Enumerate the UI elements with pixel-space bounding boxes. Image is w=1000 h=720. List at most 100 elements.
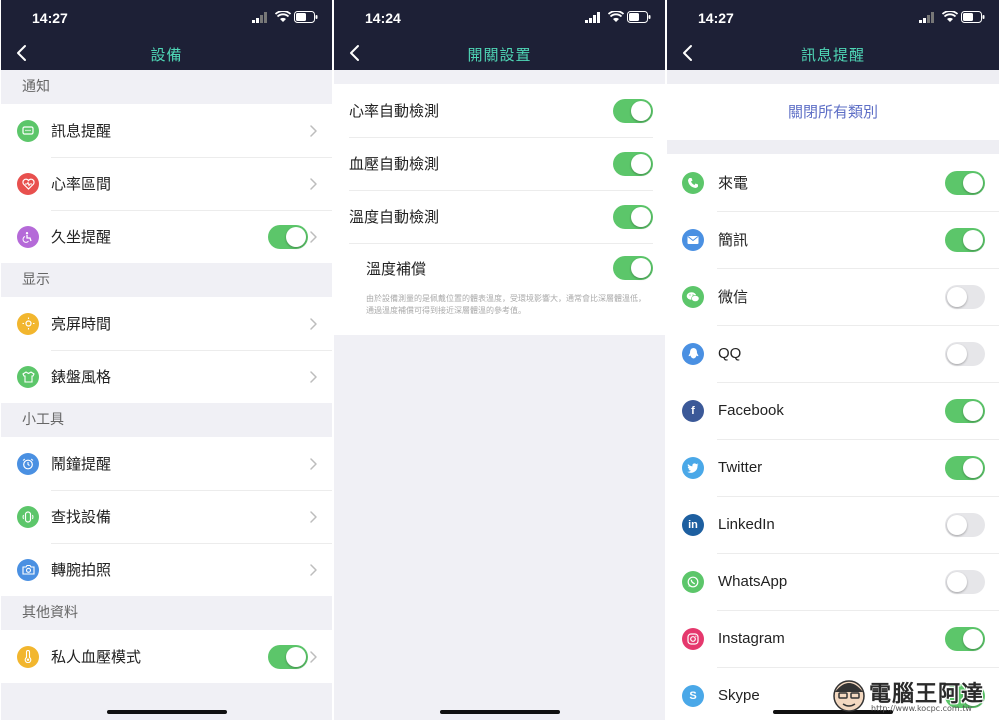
- home-indicator[interactable]: [439, 710, 560, 714]
- nav-bar: 訊息提醒: [667, 36, 999, 70]
- signal-icon: [252, 12, 267, 23]
- settings-row-label: 亮屏時間: [51, 315, 112, 333]
- signal-icon: [585, 12, 600, 23]
- settings-row[interactable]: 鬧鐘提醒: [1, 437, 332, 490]
- section-header: 显示: [1, 263, 332, 297]
- nav-bar: 開關設置: [334, 36, 665, 70]
- settings-toggle[interactable]: [268, 224, 308, 249]
- camera-icon: [17, 558, 39, 581]
- chevron-right-icon: [310, 650, 317, 663]
- spacer: [334, 70, 665, 84]
- settings-row-label: 久坐提醒: [51, 228, 112, 246]
- battery-icon: [294, 11, 318, 23]
- chevron-right-icon: [310, 510, 317, 523]
- qq-icon: [682, 342, 704, 365]
- app-notification-toggle[interactable]: [945, 455, 985, 480]
- status-bar: 14:27: [667, 0, 999, 36]
- app-label: 簡訊: [718, 232, 749, 249]
- settings-row[interactable]: 私人血壓模式: [1, 630, 332, 683]
- settings-row-label: 私人血壓模式: [51, 648, 142, 666]
- settings-row[interactable]: 轉腕拍照: [1, 543, 332, 596]
- wifi-icon: [608, 11, 624, 22]
- app-label: Instagram: [718, 630, 785, 647]
- switch-row-blood-pressure: 血壓自動檢測: [334, 137, 665, 190]
- temperature-compensation-toggle[interactable]: [613, 256, 653, 280]
- message-icon: [17, 119, 39, 142]
- settings-row-label: 鬧鐘提醒: [51, 455, 112, 473]
- chevron-right-icon: [310, 230, 317, 243]
- app-notification-toggle[interactable]: [945, 626, 985, 651]
- settings-row[interactable]: 心率區間: [1, 157, 332, 210]
- status-bar: 14:27: [1, 0, 332, 36]
- heart-rate-toggle[interactable]: [613, 98, 653, 123]
- page-title: 開關設置: [467, 46, 532, 64]
- chevron-right-icon: [310, 457, 317, 470]
- section-header: 其他資料: [1, 596, 332, 630]
- switch-row-temperature-compensation: 溫度補償: [334, 243, 665, 293]
- close-all-categories-button[interactable]: 關閉所有類別: [667, 84, 999, 140]
- whatsapp-icon: [682, 570, 704, 593]
- settings-row[interactable]: 訊息提醒: [1, 104, 332, 157]
- app-notification-toggle[interactable]: [945, 227, 985, 252]
- chevron-right-icon: [310, 563, 317, 576]
- switch-label: 溫度自動檢測: [349, 208, 440, 226]
- switch-row-heart-rate: 心率自動檢測: [334, 84, 665, 137]
- status-time: 14:27: [698, 10, 734, 26]
- thermometer-icon: [17, 645, 39, 668]
- settings-row-label: 轉腕拍照: [51, 561, 112, 579]
- switch-label: 溫度補償: [366, 259, 427, 278]
- settings-row[interactable]: 查找設備: [1, 490, 332, 543]
- linkedin-icon: in: [682, 513, 704, 536]
- app-notification-list: 來電 簡訊 微信 QQ f Facebook Twitter in LinkedIn WhatsA…: [667, 154, 999, 720]
- settings-toggle[interactable]: [268, 644, 308, 669]
- find-device-icon: [17, 505, 39, 528]
- switch-label: 血壓自動檢測: [349, 155, 440, 173]
- switch-row-temperature: 溫度自動檢測: [334, 190, 665, 243]
- watermark: 電腦王阿達 http://www.kocpc.com.tw: [823, 672, 993, 718]
- settings-row[interactable]: 錶盤風格: [1, 350, 332, 403]
- app-row: Instagram: [667, 610, 999, 667]
- sedentary-icon: [17, 225, 39, 248]
- home-indicator[interactable]: [106, 710, 227, 714]
- settings-row[interactable]: 亮屏時間: [1, 297, 332, 350]
- battery-icon: [627, 11, 651, 23]
- switch-settings-screen: 14:24 開關設置 心率自動檢測 血壓自動檢測 溫度自動檢測 溫度補償 由於設…: [334, 0, 665, 720]
- wifi-icon: [275, 11, 291, 22]
- app-row: in LinkedIn: [667, 496, 999, 553]
- app-notification-toggle[interactable]: [945, 284, 985, 309]
- nav-bar: 設備: [1, 36, 332, 70]
- chevron-right-icon: [310, 370, 317, 383]
- settings-list: 通知 訊息提醒 心率區間 久坐提醒 显示 亮屏時間 錶盤風格 小工具 鬧鐘提醒 查找設備 轉腕拍照其…: [1, 70, 332, 683]
- page-title: 訊息提醒: [800, 46, 865, 64]
- app-label: Facebook: [718, 402, 784, 419]
- watchface-icon: [17, 365, 39, 388]
- app-notification-toggle[interactable]: [945, 341, 985, 366]
- app-row: 微信: [667, 268, 999, 325]
- app-row: QQ: [667, 325, 999, 382]
- wifi-icon: [942, 11, 958, 22]
- section-header: 通知: [1, 70, 332, 104]
- app-notification-toggle[interactable]: [945, 398, 985, 423]
- watermark-url: http://www.kocpc.com.tw: [871, 704, 972, 713]
- app-row: 簡訊: [667, 211, 999, 268]
- settings-row-label: 心率區間: [51, 175, 112, 193]
- temperature-toggle[interactable]: [613, 204, 653, 229]
- app-notification-toggle[interactable]: [945, 569, 985, 594]
- instagram-icon: [682, 627, 704, 650]
- brightness-icon: [17, 312, 39, 335]
- chevron-right-icon: [310, 317, 317, 330]
- mascot-icon: [833, 680, 865, 712]
- heart-rate-icon: [17, 172, 39, 195]
- app-notification-toggle[interactable]: [945, 170, 985, 195]
- app-row: f Facebook: [667, 382, 999, 439]
- blood-pressure-toggle[interactable]: [613, 151, 653, 176]
- skype-icon: S: [682, 684, 704, 707]
- app-notification-toggle[interactable]: [945, 512, 985, 537]
- app-label: QQ: [718, 345, 742, 362]
- temperature-compensation-note: 由於設備測量的是佩戴位置的體表溫度，受環境影響大，通常會比深層體溫低，通過溫度補…: [366, 294, 646, 315]
- battery-icon: [961, 11, 985, 23]
- twitter-icon: [682, 456, 704, 479]
- facebook-icon: f: [682, 399, 704, 422]
- settings-row[interactable]: 久坐提醒: [1, 210, 332, 263]
